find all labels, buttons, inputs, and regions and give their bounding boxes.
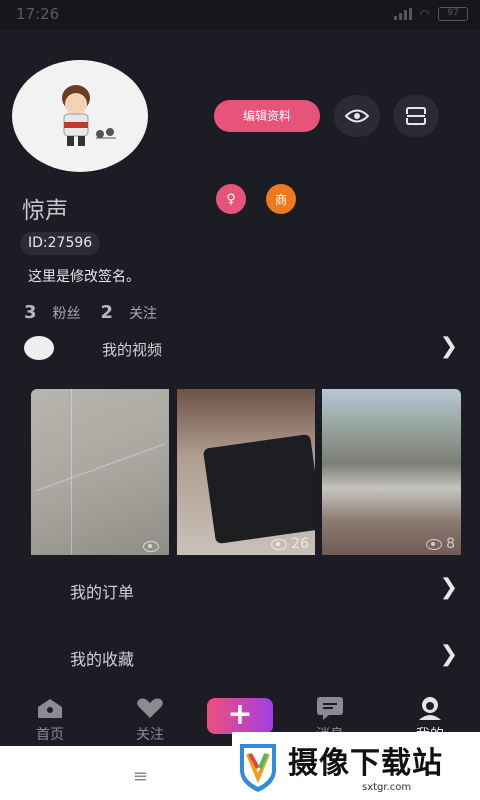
- fans-label[interactable]: 粉丝: [53, 303, 81, 323]
- menu-icon[interactable]: ≡: [133, 766, 148, 787]
- video-thumbnail[interactable]: [31, 389, 169, 555]
- chevron-right-icon: ❯: [439, 334, 458, 359]
- view-count-value: 8: [446, 536, 455, 552]
- chevron-right-icon: ❯: [439, 642, 458, 667]
- eye-icon: [143, 541, 159, 552]
- my-videos-row[interactable]: 我的视频 ❯: [0, 332, 480, 366]
- view-count-value: 26: [291, 536, 309, 552]
- user-id-chip: ID:27596: [20, 232, 101, 255]
- profile-stats: 3 粉丝 2 关注: [24, 302, 177, 323]
- scan-icon: [406, 107, 426, 125]
- edit-profile-button[interactable]: 编辑资料: [214, 100, 320, 132]
- wifi-icon: ◠: [419, 7, 430, 21]
- signature-text: 这里是修改签名。: [28, 269, 140, 285]
- tab-follow-label: 关注: [136, 727, 164, 743]
- my-favorites-row[interactable]: 我的收藏 ❯: [0, 637, 480, 677]
- status-bar: 17:26 ◠ 97: [0, 0, 480, 30]
- my-orders-row[interactable]: 我的订单 ❯: [0, 570, 480, 610]
- my-videos-label: 我的视频: [102, 341, 163, 359]
- eye-icon: [345, 109, 369, 123]
- scan-button[interactable]: [393, 95, 439, 137]
- home-icon: [38, 699, 62, 718]
- view-count: 8: [426, 536, 455, 552]
- message-icon: [317, 697, 343, 720]
- watermark-url: sxtgr.com: [362, 782, 412, 793]
- video-thumbnail[interactable]: 8: [322, 389, 461, 555]
- eye-icon: [426, 538, 443, 550]
- watermark-text: 摄像下载站: [288, 746, 443, 781]
- my-favorites-label: 我的收藏: [70, 650, 135, 669]
- avatar-illustration: [62, 85, 116, 146]
- keyboard-image: [202, 433, 315, 545]
- tab-home-label: 首页: [36, 727, 64, 743]
- my-orders-label: 我的订单: [70, 583, 135, 602]
- female-badge-icon: ♀: [216, 184, 246, 214]
- video-grid: 26 8: [31, 389, 461, 555]
- tile-line: [71, 389, 72, 555]
- mini-avatar: [24, 336, 54, 360]
- tab-follow[interactable]: 关注: [120, 696, 180, 744]
- battery-icon: 97: [438, 7, 468, 21]
- following-count[interactable]: 2: [101, 302, 114, 323]
- view-count: 26: [271, 536, 309, 552]
- following-label[interactable]: 关注: [129, 303, 157, 323]
- user-icon: [419, 697, 441, 720]
- chevron-right-icon: ❯: [439, 575, 458, 600]
- view-button[interactable]: [334, 95, 380, 137]
- watermark-logo-icon: [240, 744, 276, 792]
- tile-line: [34, 443, 166, 492]
- view-count: [143, 541, 163, 552]
- shop-badge-icon[interactable]: 商: [266, 184, 296, 214]
- status-time: 17:26: [16, 5, 60, 23]
- fans-count[interactable]: 3: [24, 302, 37, 323]
- signal-icon: [393, 8, 412, 20]
- profile-avatar[interactable]: [12, 60, 148, 172]
- add-content-button[interactable]: +: [207, 698, 273, 734]
- tab-home[interactable]: 首页: [20, 696, 80, 744]
- eye-icon: [271, 538, 288, 550]
- watermark: 摄像下载站 sxtgr.com: [232, 732, 480, 800]
- video-thumbnail[interactable]: 26: [177, 389, 315, 555]
- status-icons: ◠ 97: [393, 7, 468, 21]
- profile-name: 惊声: [22, 198, 68, 224]
- heart-icon: [137, 698, 163, 718]
